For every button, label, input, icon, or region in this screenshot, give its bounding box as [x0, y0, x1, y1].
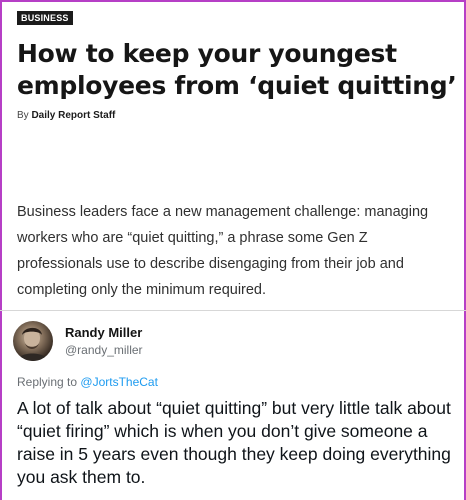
avatar[interactable]	[13, 321, 53, 361]
avatar-photo-icon	[17, 327, 49, 361]
category-badge[interactable]: BUSINESS	[17, 11, 73, 25]
tweet-display-name[interactable]: Randy Miller	[65, 325, 142, 340]
article-headline[interactable]: How to keep your youngest employees from…	[17, 38, 457, 102]
byline: By Daily Report Staff	[17, 110, 115, 121]
mention-link[interactable]: @JortsTheCat	[80, 375, 158, 389]
tweet-card: Randy Miller @randy_miller Replying to @…	[2, 311, 464, 500]
tweet-text: A lot of talk about “quiet quitting” but…	[17, 398, 451, 487]
replying-prefix: Replying to	[17, 375, 78, 389]
byline-prefix: By	[17, 110, 29, 121]
article-summary: Business leaders face a new management c…	[17, 204, 429, 298]
replying-to-line: Replying to @JortsTheCat	[17, 375, 158, 389]
tweet-handle[interactable]: @randy_miller	[65, 343, 143, 357]
byline-author[interactable]: Daily Report Staff	[31, 110, 115, 121]
article-card: BUSINESS How to keep your youngest emplo…	[2, 2, 464, 310]
